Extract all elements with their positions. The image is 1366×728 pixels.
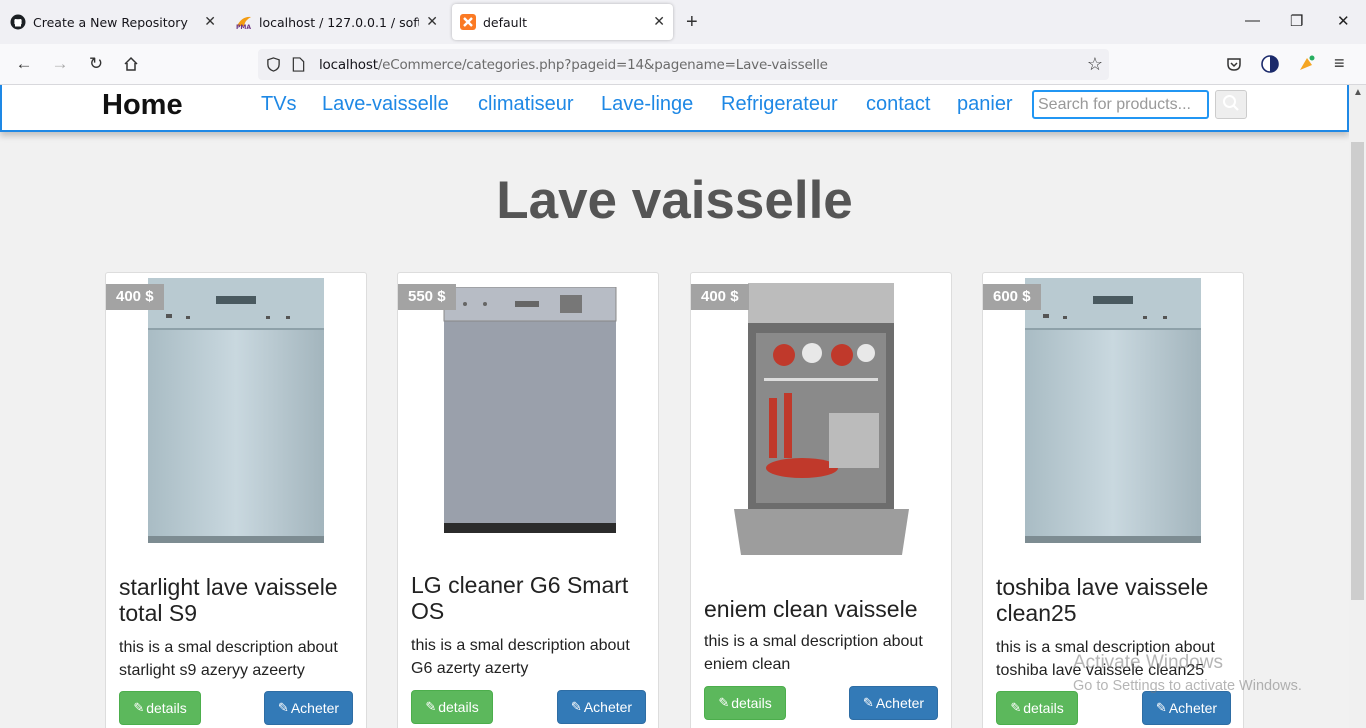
watermark-subtitle: Go to Settings to activate Windows. bbox=[1073, 678, 1302, 694]
watermark-title: Activate Windows bbox=[1073, 652, 1223, 673]
url-text: localhost/eCommerce/categories.php?pagei… bbox=[319, 57, 828, 73]
new-tab-icon[interactable]: + bbox=[686, 10, 698, 34]
close-tab-icon[interactable]: ✕ bbox=[204, 14, 216, 30]
nav-link-panier[interactable]: panier bbox=[957, 93, 1013, 116]
price-badge: 400 $ bbox=[106, 284, 164, 310]
acheter-label: Acheter bbox=[583, 699, 633, 715]
acheter-label: Acheter bbox=[290, 700, 340, 716]
xampp-icon bbox=[460, 14, 476, 30]
edit-icon: ✎ bbox=[277, 700, 289, 715]
details-label: details bbox=[438, 699, 479, 715]
acheter-label: Acheter bbox=[1168, 700, 1218, 716]
url-host: localhost bbox=[319, 57, 378, 73]
browser-tab-bar: Create a New Repository ✕ PMA localhost … bbox=[0, 0, 1366, 44]
url-path: /eCommerce/categories.php?pageid=14&page… bbox=[377, 57, 828, 73]
site-header: Home TVs Lave-vaisselle climatiseur Lave… bbox=[0, 85, 1349, 132]
search-icon bbox=[1223, 95, 1239, 111]
details-button[interactable]: ✎ details bbox=[704, 686, 786, 720]
nav-link-contact[interactable]: contact bbox=[866, 93, 930, 116]
forward-icon[interactable]: → bbox=[50, 54, 70, 74]
pocket-icon[interactable] bbox=[1226, 56, 1242, 72]
product-title[interactable]: starlight lave vaissele total S9 bbox=[119, 574, 359, 626]
phpmyadmin-icon: PMA bbox=[236, 16, 251, 30]
dishwasher-image[interactable] bbox=[440, 287, 620, 533]
browser-navigation-bar: ← → ↻ localhost/eCommerce/categories.php… bbox=[0, 44, 1366, 85]
edit-icon: ✎ bbox=[425, 699, 437, 714]
details-label: details bbox=[731, 695, 772, 711]
price-badge: 550 $ bbox=[398, 284, 456, 310]
address-bar[interactable]: localhost/eCommerce/categories.php?pagei… bbox=[258, 49, 1109, 80]
edit-icon: ✎ bbox=[570, 699, 582, 714]
tab-title: default bbox=[483, 14, 527, 30]
dishwasher-image[interactable] bbox=[146, 278, 326, 543]
back-icon[interactable]: ← bbox=[14, 54, 34, 74]
bookmark-star-icon[interactable]: ☆ bbox=[1087, 54, 1103, 75]
restore-icon[interactable]: ❐ bbox=[1290, 12, 1303, 30]
price-badge: 400 $ bbox=[691, 284, 749, 310]
details-label: details bbox=[1023, 700, 1064, 716]
product-card: 550 $ LG cleaner G6 Smart OS this is a s… bbox=[397, 272, 659, 728]
product-description: this is a smal description about starlig… bbox=[119, 639, 338, 679]
page-viewport: Home TVs Lave-vaisselle climatiseur Lave… bbox=[0, 85, 1366, 728]
product-title[interactable]: LG cleaner G6 Smart OS bbox=[411, 572, 651, 624]
details-label: details bbox=[146, 700, 187, 716]
home-brand-link[interactable]: Home bbox=[102, 89, 183, 122]
product-title[interactable]: eniem clean vaissele bbox=[704, 596, 944, 622]
close-tab-icon[interactable]: ✕ bbox=[653, 14, 665, 30]
product-search-input[interactable] bbox=[1032, 90, 1209, 119]
svg-text:PMA: PMA bbox=[236, 24, 251, 30]
shield-icon[interactable] bbox=[266, 57, 281, 72]
scroll-up-arrow-icon[interactable]: ▲ bbox=[1353, 87, 1363, 98]
acheter-button[interactable]: ✎ Acheter bbox=[1142, 691, 1231, 725]
edit-icon: ✎ bbox=[862, 695, 874, 710]
product-card: 400 $ starlight lave vaissele total S9 t… bbox=[105, 272, 367, 728]
dishwasher-image[interactable] bbox=[1023, 278, 1203, 543]
edit-icon: ✎ bbox=[133, 700, 145, 715]
open-dishwasher-image[interactable] bbox=[734, 283, 909, 555]
details-button[interactable]: ✎ details bbox=[411, 690, 493, 724]
edit-icon: ✎ bbox=[1010, 700, 1022, 715]
home-icon[interactable] bbox=[121, 54, 141, 74]
details-button[interactable]: ✎ details bbox=[119, 691, 201, 725]
product-card: 400 $ eniem clean vaissele this is a sma… bbox=[690, 272, 952, 728]
tab-title: Create a New Repository bbox=[33, 14, 188, 30]
extension-icon[interactable] bbox=[1297, 55, 1315, 73]
nav-link-tvs[interactable]: TVs bbox=[261, 93, 297, 116]
details-button[interactable]: ✎ details bbox=[996, 691, 1078, 725]
nav-link-climatiseur[interactable]: climatiseur bbox=[478, 93, 574, 116]
search-button[interactable] bbox=[1215, 90, 1247, 119]
minimize-icon[interactable]: — bbox=[1245, 12, 1260, 29]
reload-icon[interactable]: ↻ bbox=[86, 54, 106, 74]
product-description: this is a smal description about G6 azer… bbox=[411, 637, 630, 677]
acheter-button[interactable]: ✎ Acheter bbox=[557, 690, 646, 724]
tab-create-repository[interactable]: Create a New Repository ✕ bbox=[0, 4, 224, 40]
edit-icon: ✎ bbox=[1155, 700, 1167, 715]
nav-link-refrigerateur[interactable]: Refrigerateur bbox=[721, 93, 838, 116]
github-icon bbox=[10, 14, 26, 30]
edit-icon: ✎ bbox=[718, 695, 730, 710]
product-description: this is a smal description about eniem c… bbox=[704, 633, 923, 673]
acheter-button[interactable]: ✎ Acheter bbox=[849, 686, 938, 720]
acheter-button[interactable]: ✎ Acheter bbox=[264, 691, 353, 725]
product-title[interactable]: toshiba lave vaissele clean25 bbox=[996, 574, 1236, 626]
nav-link-lave-vaisselle[interactable]: Lave-vaisselle bbox=[322, 93, 449, 116]
close-window-icon[interactable]: ✕ bbox=[1337, 12, 1350, 30]
acheter-label: Acheter bbox=[875, 695, 925, 711]
tab-default[interactable]: default ✕ bbox=[452, 4, 673, 40]
tab-phpmyadmin[interactable]: PMA localhost / 127.0.0.1 / softgram ✕ bbox=[226, 4, 446, 40]
category-title: Lave vaisselle bbox=[496, 171, 853, 230]
page-scrollbar[interactable]: ▲ bbox=[1349, 85, 1366, 728]
tab-title: localhost / 127.0.0.1 / softgram bbox=[259, 14, 419, 30]
page-icon bbox=[292, 57, 305, 72]
menu-icon[interactable]: ≡ bbox=[1334, 53, 1345, 74]
price-badge: 600 $ bbox=[983, 284, 1041, 310]
nav-link-lave-linge[interactable]: Lave-linge bbox=[601, 93, 693, 116]
close-tab-icon[interactable]: ✕ bbox=[426, 14, 438, 30]
dark-mode-extension-icon[interactable] bbox=[1261, 55, 1279, 73]
scrollbar-thumb[interactable] bbox=[1351, 142, 1364, 600]
activate-windows-watermark: Activate Windows Go to Settings to activ… bbox=[1073, 652, 1302, 694]
